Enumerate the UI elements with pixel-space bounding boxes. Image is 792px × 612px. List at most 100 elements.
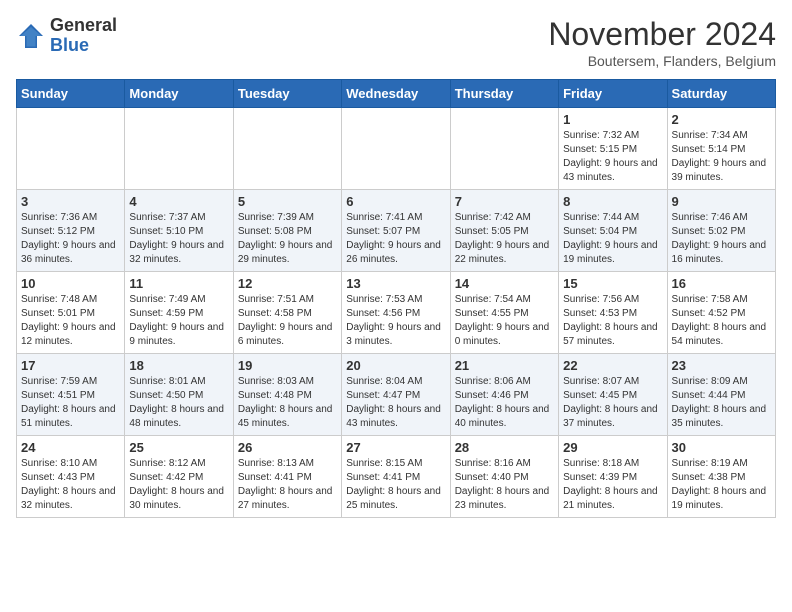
day-info: Sunrise: 7:48 AM Sunset: 5:01 PM Dayligh… — [21, 293, 120, 349]
day-number: 6 — [346, 194, 445, 209]
location: Boutersem, Flanders, Belgium — [548, 53, 776, 69]
week-row-4: 24 Sunrise: 8:10 AM Sunset: 4:43 PM Dayli… — [17, 436, 776, 518]
weekday-header-monday: Monday — [125, 80, 233, 108]
day-info: Sunrise: 8:01 AM Sunset: 4:50 PM Dayligh… — [129, 375, 228, 431]
weekday-header-saturday: Saturday — [667, 80, 775, 108]
title-area: November 2024 Boutersem, Flanders, Belgi… — [548, 16, 776, 69]
day-info: Sunrise: 7:51 AM Sunset: 4:58 PM Dayligh… — [238, 293, 337, 349]
day-cell: 24 Sunrise: 8:10 AM Sunset: 4:43 PM Dayli… — [17, 436, 125, 518]
day-cell: 18 Sunrise: 8:01 AM Sunset: 4:50 PM Dayli… — [125, 354, 233, 436]
day-number: 7 — [455, 194, 554, 209]
day-info: Sunrise: 7:32 AM Sunset: 5:15 PM Dayligh… — [563, 129, 662, 185]
day-number: 22 — [563, 358, 662, 373]
day-cell: 16 Sunrise: 7:58 AM Sunset: 4:52 PM Dayli… — [667, 272, 775, 354]
day-number: 30 — [672, 440, 771, 455]
day-number: 23 — [672, 358, 771, 373]
day-number: 24 — [21, 440, 120, 455]
day-cell: 27Sunrise: 8:15 AM Sunset: 4:41 PM Dayli… — [342, 436, 450, 518]
day-number: 15 — [563, 276, 662, 291]
day-info: Sunrise: 7:39 AM Sunset: 5:08 PM Dayligh… — [238, 211, 337, 267]
day-info: Sunrise: 7:54 AM Sunset: 4:55 PM Dayligh… — [455, 293, 554, 349]
day-info: Sunrise: 7:58 AM Sunset: 4:52 PM Dayligh… — [672, 293, 771, 349]
calendar-table: SundayMondayTuesdayWednesdayThursdayFrid… — [16, 79, 776, 518]
day-info: Sunrise: 8:18 AM Sunset: 4:39 PM Dayligh… — [563, 457, 662, 513]
day-number: 9 — [672, 194, 771, 209]
day-number: 29 — [563, 440, 662, 455]
day-cell — [450, 108, 558, 190]
day-cell: 29 Sunrise: 8:18 AM Sunset: 4:39 PM Dayli… — [559, 436, 667, 518]
day-info: Sunrise: 7:46 AM Sunset: 5:02 PM Dayligh… — [672, 211, 771, 267]
day-number: 20 — [346, 358, 445, 373]
weekday-header-sunday: Sunday — [17, 80, 125, 108]
day-number: 21 — [455, 358, 554, 373]
day-cell: 13 Sunrise: 7:53 AM Sunset: 4:56 PM Dayli… — [342, 272, 450, 354]
day-cell: 22Sunrise: 8:07 AM Sunset: 4:45 PM Dayli… — [559, 354, 667, 436]
day-number: 18 — [129, 358, 228, 373]
day-cell — [125, 108, 233, 190]
day-info: Sunrise: 7:34 AM Sunset: 5:14 PM Dayligh… — [672, 129, 771, 185]
day-number: 13 — [346, 276, 445, 291]
day-info: Sunrise: 7:37 AM Sunset: 5:10 PM Dayligh… — [129, 211, 228, 267]
day-number: 4 — [129, 194, 228, 209]
day-number: 3 — [21, 194, 120, 209]
weekday-header-thursday: Thursday — [450, 80, 558, 108]
day-number: 25 — [129, 440, 228, 455]
day-number: 1 — [563, 112, 662, 127]
day-cell: 15 Sunrise: 7:56 AM Sunset: 4:53 PM Dayli… — [559, 272, 667, 354]
day-cell: 1 Sunrise: 7:32 AM Sunset: 5:15 PM Daylig… — [559, 108, 667, 190]
day-info: Sunrise: 8:06 AM Sunset: 4:46 PM Dayligh… — [455, 375, 554, 431]
weekday-header-wednesday: Wednesday — [342, 80, 450, 108]
day-number: 5 — [238, 194, 337, 209]
day-info: Sunrise: 8:12 AM Sunset: 4:42 PM Dayligh… — [129, 457, 228, 513]
day-cell: 19Sunrise: 8:03 AM Sunset: 4:48 PM Dayli… — [233, 354, 341, 436]
day-cell: 3 Sunrise: 7:36 AM Sunset: 5:12 PM Daylig… — [17, 190, 125, 272]
day-info: Sunrise: 8:16 AM Sunset: 4:40 PM Dayligh… — [455, 457, 554, 513]
day-info: Sunrise: 7:56 AM Sunset: 4:53 PM Dayligh… — [563, 293, 662, 349]
day-info: Sunrise: 7:41 AM Sunset: 5:07 PM Dayligh… — [346, 211, 445, 267]
day-number: 11 — [129, 276, 228, 291]
day-info: Sunrise: 7:53 AM Sunset: 4:56 PM Dayligh… — [346, 293, 445, 349]
day-cell: 21 Sunrise: 8:06 AM Sunset: 4:46 PM Dayli… — [450, 354, 558, 436]
day-info: Sunrise: 8:13 AM Sunset: 4:41 PM Dayligh… — [238, 457, 337, 513]
day-number: 16 — [672, 276, 771, 291]
day-cell: 6 Sunrise: 7:41 AM Sunset: 5:07 PM Daylig… — [342, 190, 450, 272]
day-cell: 28 Sunrise: 8:16 AM Sunset: 4:40 PM Dayli… — [450, 436, 558, 518]
day-cell: 23 Sunrise: 8:09 AM Sunset: 4:44 PM Dayli… — [667, 354, 775, 436]
day-number: 8 — [563, 194, 662, 209]
weekday-header-friday: Friday — [559, 80, 667, 108]
day-info: Sunrise: 7:42 AM Sunset: 5:05 PM Dayligh… — [455, 211, 554, 267]
logo-text: General Blue — [50, 16, 117, 56]
day-cell: 7 Sunrise: 7:42 AM Sunset: 5:05 PM Daylig… — [450, 190, 558, 272]
day-info: Sunrise: 8:15 AM Sunset: 4:41 PM Dayligh… — [346, 457, 445, 513]
day-cell: 9 Sunrise: 7:46 AM Sunset: 5:02 PM Daylig… — [667, 190, 775, 272]
day-info: Sunrise: 8:10 AM Sunset: 4:43 PM Dayligh… — [21, 457, 120, 513]
day-cell: 2 Sunrise: 7:34 AM Sunset: 5:14 PM Daylig… — [667, 108, 775, 190]
day-number: 14 — [455, 276, 554, 291]
week-row-2: 10Sunrise: 7:48 AM Sunset: 5:01 PM Dayli… — [17, 272, 776, 354]
week-row-0: 1 Sunrise: 7:32 AM Sunset: 5:15 PM Daylig… — [17, 108, 776, 190]
day-cell: 20 Sunrise: 8:04 AM Sunset: 4:47 PM Dayli… — [342, 354, 450, 436]
day-info: Sunrise: 8:03 AM Sunset: 4:48 PM Dayligh… — [238, 375, 337, 431]
header: General Blue November 2024 Boutersem, Fl… — [16, 16, 776, 69]
day-info: Sunrise: 7:36 AM Sunset: 5:12 PM Dayligh… — [21, 211, 120, 267]
day-cell: 26Sunrise: 8:13 AM Sunset: 4:41 PM Dayli… — [233, 436, 341, 518]
logo: General Blue — [16, 16, 117, 56]
day-cell: 11Sunrise: 7:49 AM Sunset: 4:59 PM Dayli… — [125, 272, 233, 354]
day-cell: 4 Sunrise: 7:37 AM Sunset: 5:10 PM Daylig… — [125, 190, 233, 272]
logo-icon — [16, 21, 46, 51]
day-number: 28 — [455, 440, 554, 455]
day-cell: 17Sunrise: 7:59 AM Sunset: 4:51 PM Dayli… — [17, 354, 125, 436]
day-cell — [233, 108, 341, 190]
day-cell — [342, 108, 450, 190]
day-number: 2 — [672, 112, 771, 127]
weekday-header-row: SundayMondayTuesdayWednesdayThursdayFrid… — [17, 80, 776, 108]
weekday-header-tuesday: Tuesday — [233, 80, 341, 108]
day-number: 12 — [238, 276, 337, 291]
day-cell: 5 Sunrise: 7:39 AM Sunset: 5:08 PM Daylig… — [233, 190, 341, 272]
day-info: Sunrise: 7:44 AM Sunset: 5:04 PM Dayligh… — [563, 211, 662, 267]
day-cell: 25 Sunrise: 8:12 AM Sunset: 4:42 PM Dayli… — [125, 436, 233, 518]
day-info: Sunrise: 7:59 AM Sunset: 4:51 PM Dayligh… — [21, 375, 120, 431]
day-info: Sunrise: 8:09 AM Sunset: 4:44 PM Dayligh… — [672, 375, 771, 431]
day-info: Sunrise: 8:04 AM Sunset: 4:47 PM Dayligh… — [346, 375, 445, 431]
day-cell: 30Sunrise: 8:19 AM Sunset: 4:38 PM Dayli… — [667, 436, 775, 518]
